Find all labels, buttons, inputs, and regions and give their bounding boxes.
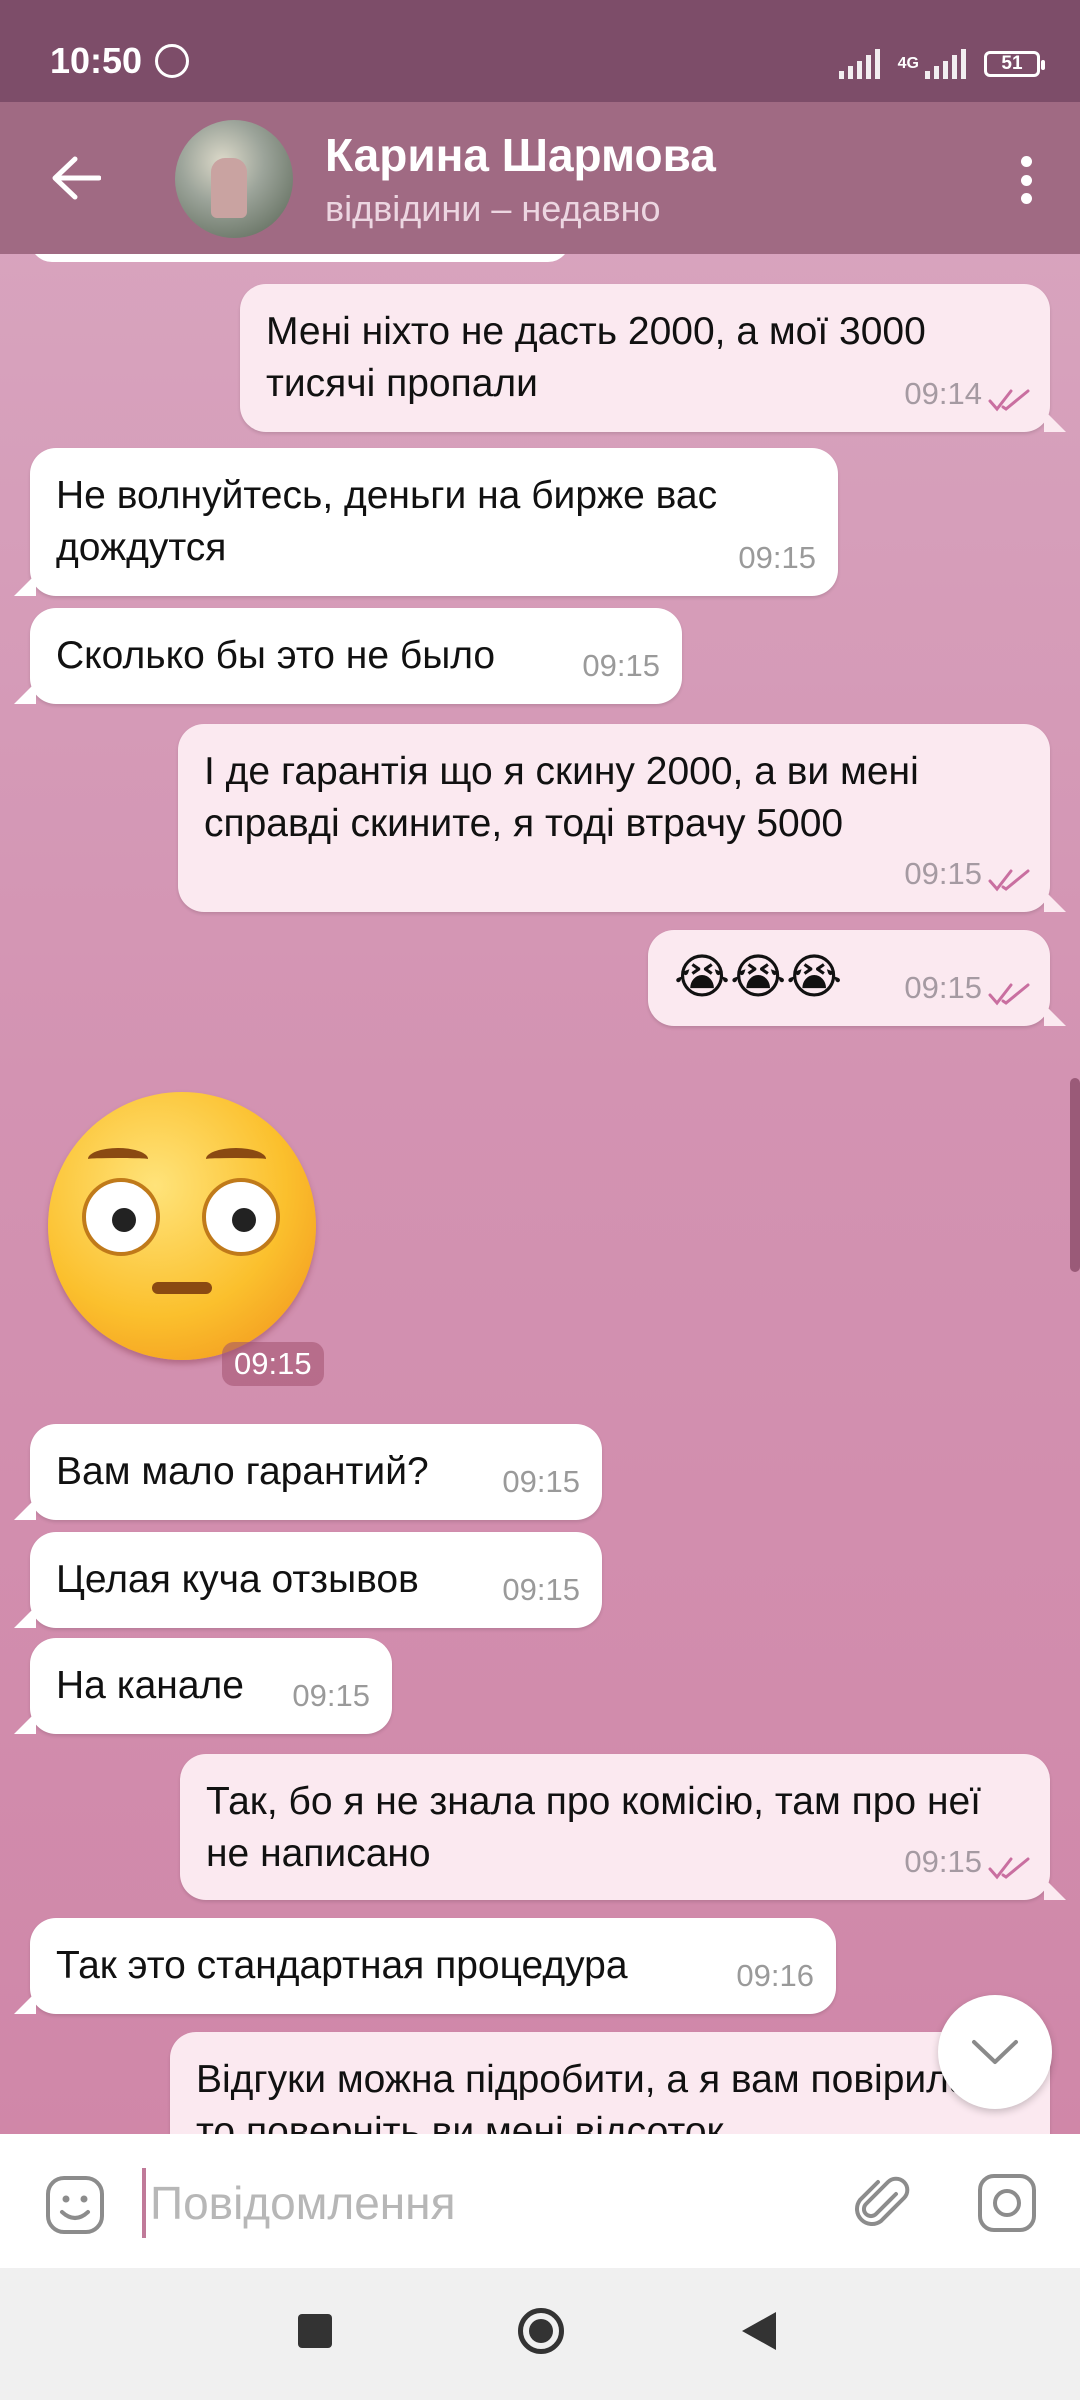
- message-bubble-outgoing[interactable]: 😭😭😭 09:15: [648, 930, 1050, 1026]
- network-type: 4G: [897, 55, 919, 72]
- message-input-bar: Повідомлення: [0, 2134, 1080, 2268]
- contact-status: відвідини – недавно: [325, 188, 661, 229]
- message-time: 09:15: [502, 1464, 580, 1499]
- message-time: 09:15: [738, 540, 816, 575]
- double-check-icon: [988, 389, 1030, 412]
- chevron-down-icon: [972, 2040, 1018, 2064]
- recent-apps-button[interactable]: [298, 2314, 332, 2348]
- message-time: 09:15: [582, 648, 660, 683]
- status-time: 10:50: [50, 40, 143, 81]
- double-check-icon: [988, 1857, 1030, 1880]
- message-bubble-incoming[interactable]: Так это стандартная процедура 09:16: [30, 1918, 836, 2014]
- arrow-left-icon: [52, 156, 101, 200]
- chat-header: Карина Шармова відвідини – недавно: [0, 102, 1080, 254]
- sticker-brow: [206, 1148, 266, 1170]
- message-text: Не волнуйтесь, деньги на бирже вас дожду…: [56, 474, 718, 569]
- message-text: Відгуки можна підробити, а я вам повірил…: [196, 2058, 982, 2134]
- message-list[interactable]: Мені ніхто не дасть 2000, а мої 3000 тис…: [0, 254, 1080, 2134]
- message-bubble-incoming[interactable]: Вам мало гарантий? 09:15: [30, 1424, 602, 1520]
- sticker-mouth: [152, 1282, 212, 1294]
- sticker-emoji-icon[interactable]: [44, 2174, 106, 2236]
- sticker-time: 09:15: [222, 1342, 324, 1386]
- double-check-icon: [988, 869, 1030, 892]
- message-time: 09:15: [292, 1678, 370, 1713]
- sticker-brow: [88, 1148, 148, 1170]
- status-bar: 10:50 4G 51: [0, 0, 1080, 102]
- home-button[interactable]: [518, 2308, 564, 2354]
- message-bubble-incoming[interactable]: Целая куча отзывов 09:15: [30, 1532, 602, 1628]
- sticker-eye: [202, 1178, 280, 1256]
- message-text: Так, бо я не знала про комісію, там про …: [206, 1780, 982, 1875]
- scroll-to-bottom-button[interactable]: [938, 1995, 1052, 2109]
- status-icons: 4G 51: [838, 44, 1045, 84]
- sticker-pupil: [112, 1208, 136, 1232]
- nav-back-button[interactable]: [742, 2312, 776, 2350]
- signal-icon: [838, 49, 880, 79]
- message-text: Так это стандартная процедура: [56, 1944, 628, 1987]
- camera-icon[interactable]: [976, 2172, 1038, 2234]
- paperclip-icon[interactable]: [852, 2172, 914, 2234]
- message-time: 09:15: [502, 1572, 580, 1607]
- message-text: Целая куча отзывов: [56, 1558, 419, 1601]
- sticker-flushed-face[interactable]: [48, 1092, 316, 1360]
- message-text: І де гарантія що я скину 2000, а ви мені…: [204, 750, 919, 845]
- message-bubble-incoming[interactable]: Не волнуйтесь, деньги на бирже вас дожду…: [30, 448, 838, 596]
- more-options-button[interactable]: [1000, 146, 1052, 214]
- avatar[interactable]: [175, 120, 293, 238]
- message-bubble-outgoing[interactable]: Так, бо я не знала про комісію, там про …: [180, 1754, 1050, 1900]
- signal-icon-2: [925, 49, 966, 79]
- sticker-pupil: [232, 1208, 256, 1232]
- message-bubble-outgoing[interactable]: І де гарантія що я скину 2000, а ви мені…: [178, 724, 1050, 912]
- message-bubble-outgoing[interactable]: Відгуки можна підробити, а я вам повірил…: [170, 2032, 1050, 2134]
- message-time: 09:14: [904, 376, 982, 411]
- message-bubble-partial: [30, 254, 570, 262]
- system-nav-bar: [0, 2268, 1080, 2400]
- back-button[interactable]: [40, 148, 112, 208]
- message-time: 09:15: [904, 856, 982, 891]
- message-bubble-incoming[interactable]: Сколько бы это не было 09:15: [30, 608, 682, 704]
- contact-name[interactable]: Карина Шармова: [325, 128, 716, 182]
- message-bubble-incoming[interactable]: На канале 09:15: [30, 1638, 392, 1734]
- battery-level: 51: [1001, 53, 1023, 74]
- message-input[interactable]: Повідомлення: [142, 2168, 790, 2238]
- battery-icon: 51: [984, 51, 1045, 77]
- message-text: Сколько бы это не было: [56, 634, 496, 677]
- alarm-icon: [155, 44, 189, 78]
- double-check-icon: [988, 983, 1030, 1006]
- message-time: 09:15: [904, 1844, 982, 1879]
- message-time: 09:15: [904, 970, 982, 1005]
- message-time: 09:16: [736, 1958, 814, 1993]
- message-bubble-outgoing[interactable]: Мені ніхто не дасть 2000, а мої 3000 тис…: [240, 284, 1050, 432]
- scrollbar[interactable]: [1070, 1078, 1080, 1272]
- message-text: Вам мало гарантий?: [56, 1450, 429, 1493]
- sticker-eye: [82, 1178, 160, 1256]
